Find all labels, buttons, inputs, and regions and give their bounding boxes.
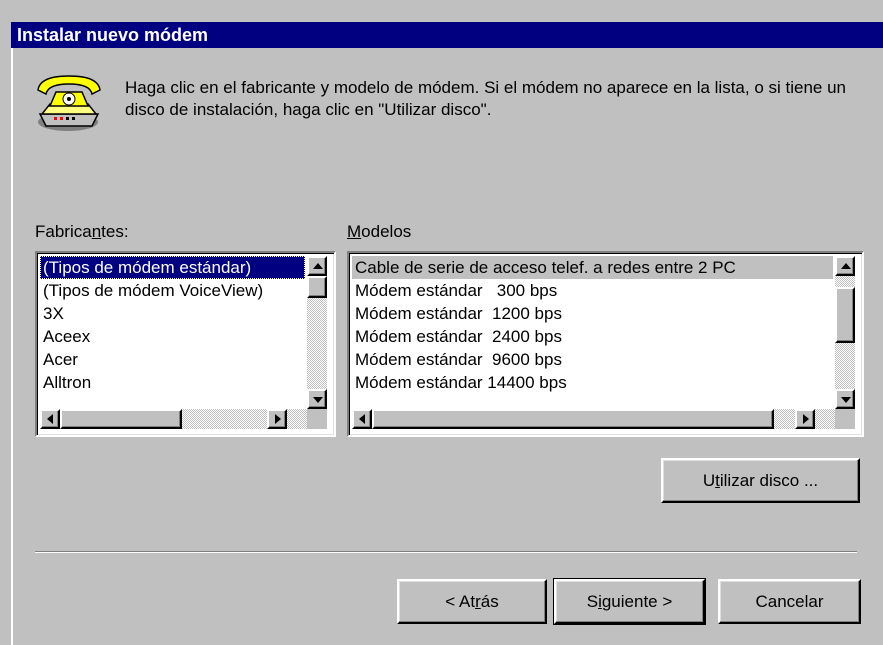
- scroll-left-button[interactable]: [40, 409, 60, 429]
- arrow-left-icon: [359, 414, 365, 424]
- manufacturers-label-mnemonic: n: [91, 222, 102, 241]
- next-button[interactable]: Siguiente >: [553, 578, 706, 625]
- models-label-part: odelos: [361, 222, 412, 241]
- arrow-down-icon: [841, 397, 851, 403]
- scroll-down-button[interactable]: [307, 389, 327, 409]
- list-item-model[interactable]: Módem estándar 1200 bps: [352, 302, 833, 325]
- list-item-model[interactable]: Módem estándar 9600 bps: [352, 348, 833, 371]
- scroll-down-button[interactable]: [835, 389, 855, 409]
- models-vscrollbar[interactable]: [835, 256, 855, 409]
- have-disk-label: ilizar disco ...: [719, 471, 819, 490]
- scrollbar-corner: [835, 409, 855, 429]
- back-label: ás: [480, 592, 499, 611]
- models-label: Modelos: [347, 222, 411, 242]
- cancel-button[interactable]: Cancelar: [718, 579, 861, 624]
- list-item-model[interactable]: Cable de serie de acceso telef. a redes …: [352, 256, 833, 279]
- manufacturers-label-part: tes:: [101, 222, 129, 241]
- next-label: S: [586, 592, 599, 611]
- manufacturers-hscrollbar[interactable]: [40, 409, 307, 429]
- manufacturers-vscrollbar[interactable]: [307, 256, 327, 409]
- scroll-right-button[interactable]: [795, 409, 815, 429]
- list-item-manufacturer[interactable]: Aceex: [40, 325, 305, 348]
- back-label: < At: [445, 592, 476, 611]
- scrollbar-corner: [307, 409, 327, 429]
- list-item-model[interactable]: Módem estándar 2400 bps: [352, 325, 833, 348]
- manufacturers-listbox[interactable]: (Tipos de módem estándar) (Tipos de móde…: [35, 251, 336, 437]
- list-item-manufacturer[interactable]: (Tipos de módem estándar): [40, 256, 305, 279]
- list-item-model[interactable]: Módem estándar 14400 bps: [352, 371, 833, 394]
- manufacturers-list: (Tipos de módem estándar) (Tipos de móde…: [40, 256, 305, 409]
- install-modem-dialog: Instalar nuevo módem Haga clic en el fab…: [0, 0, 883, 645]
- models-hscrollbar[interactable]: [352, 409, 835, 429]
- window-edge: [11, 48, 13, 645]
- models-label-mnemonic: M: [347, 222, 362, 241]
- arrow-right-icon: [275, 414, 281, 424]
- list-item-manufacturer[interactable]: Acer: [40, 348, 305, 371]
- instructions-text: Haga clic en el fabricante y modelo de m…: [125, 78, 847, 119]
- arrow-up-icon: [841, 263, 851, 269]
- manufacturers-label-part: Fabrica: [35, 222, 92, 241]
- list-item-manufacturer[interactable]: 3X: [40, 302, 305, 325]
- next-label: guiente >: [601, 592, 673, 611]
- have-disk-button[interactable]: Utilizar disco ...: [661, 458, 860, 503]
- back-button[interactable]: < Atrás: [397, 579, 547, 624]
- arrow-up-icon: [313, 263, 323, 269]
- list-item-model[interactable]: Módem estándar 300 bps: [352, 279, 833, 302]
- scroll-thumb[interactable]: [835, 287, 855, 343]
- scroll-thumb[interactable]: [307, 276, 327, 298]
- scroll-right-button[interactable]: [267, 409, 287, 429]
- telephone-modem-icon: [32, 70, 102, 131]
- scroll-thumb[interactable]: [60, 409, 182, 429]
- scroll-up-button[interactable]: [307, 256, 327, 276]
- have-disk-label: U: [702, 471, 716, 490]
- scroll-thumb[interactable]: [372, 409, 774, 429]
- scroll-up-button[interactable]: [835, 256, 855, 276]
- list-item-manufacturer[interactable]: (Tipos de módem VoiceView): [40, 279, 305, 302]
- arrow-right-icon: [803, 414, 809, 424]
- list-item-manufacturer[interactable]: Alltron: [40, 371, 305, 394]
- arrow-down-icon: [313, 397, 323, 403]
- arrow-left-icon: [47, 414, 53, 424]
- models-listbox[interactable]: Cable de serie de acceso telef. a redes …: [347, 251, 864, 437]
- window-title: Instalar nuevo módem: [11, 22, 883, 48]
- manufacturers-label: Fabricantes:: [35, 222, 129, 242]
- separator: [35, 551, 857, 553]
- scroll-left-button[interactable]: [352, 409, 372, 429]
- models-list: Cable de serie de acceso telef. a redes …: [352, 256, 833, 409]
